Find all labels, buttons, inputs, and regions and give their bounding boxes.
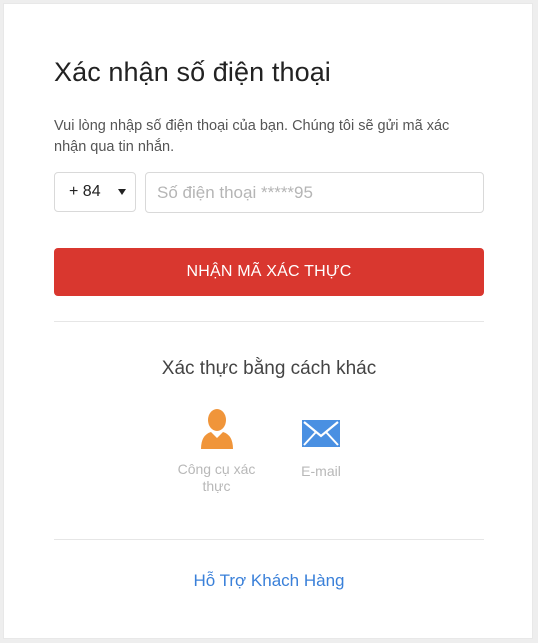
user-icon	[200, 409, 233, 449]
country-code-select[interactable]: + 84	[54, 172, 136, 212]
alternative-methods-title: Xác thực bằng cách khác	[161, 358, 377, 379]
page-title: Xác nhận số điện thoại	[54, 57, 331, 87]
verification-card: Xác nhận số điện thoại Vui lòng nhập số …	[3, 3, 533, 639]
phone-number-input[interactable]	[145, 172, 484, 213]
customer-support-link[interactable]: Hỗ Trợ Khách Hàng	[4, 571, 534, 591]
divider	[54, 539, 484, 540]
get-code-button[interactable]: NHẬN MÃ XÁC THỰC	[54, 248, 484, 296]
authenticator-option[interactable]: Công cụ xác thực	[169, 407, 264, 495]
divider	[54, 321, 484, 322]
authenticator-label: Công cụ xác thực	[177, 461, 256, 494]
email-label: E-mail	[301, 463, 341, 479]
country-code-value: + 84	[69, 183, 101, 200]
page-description: Vui lòng nhập số điện thoại của bạn. Chú…	[54, 118, 450, 155]
email-option[interactable]: E-mail	[276, 407, 366, 480]
caret-down-icon	[118, 189, 126, 195]
mail-icon	[302, 420, 340, 447]
